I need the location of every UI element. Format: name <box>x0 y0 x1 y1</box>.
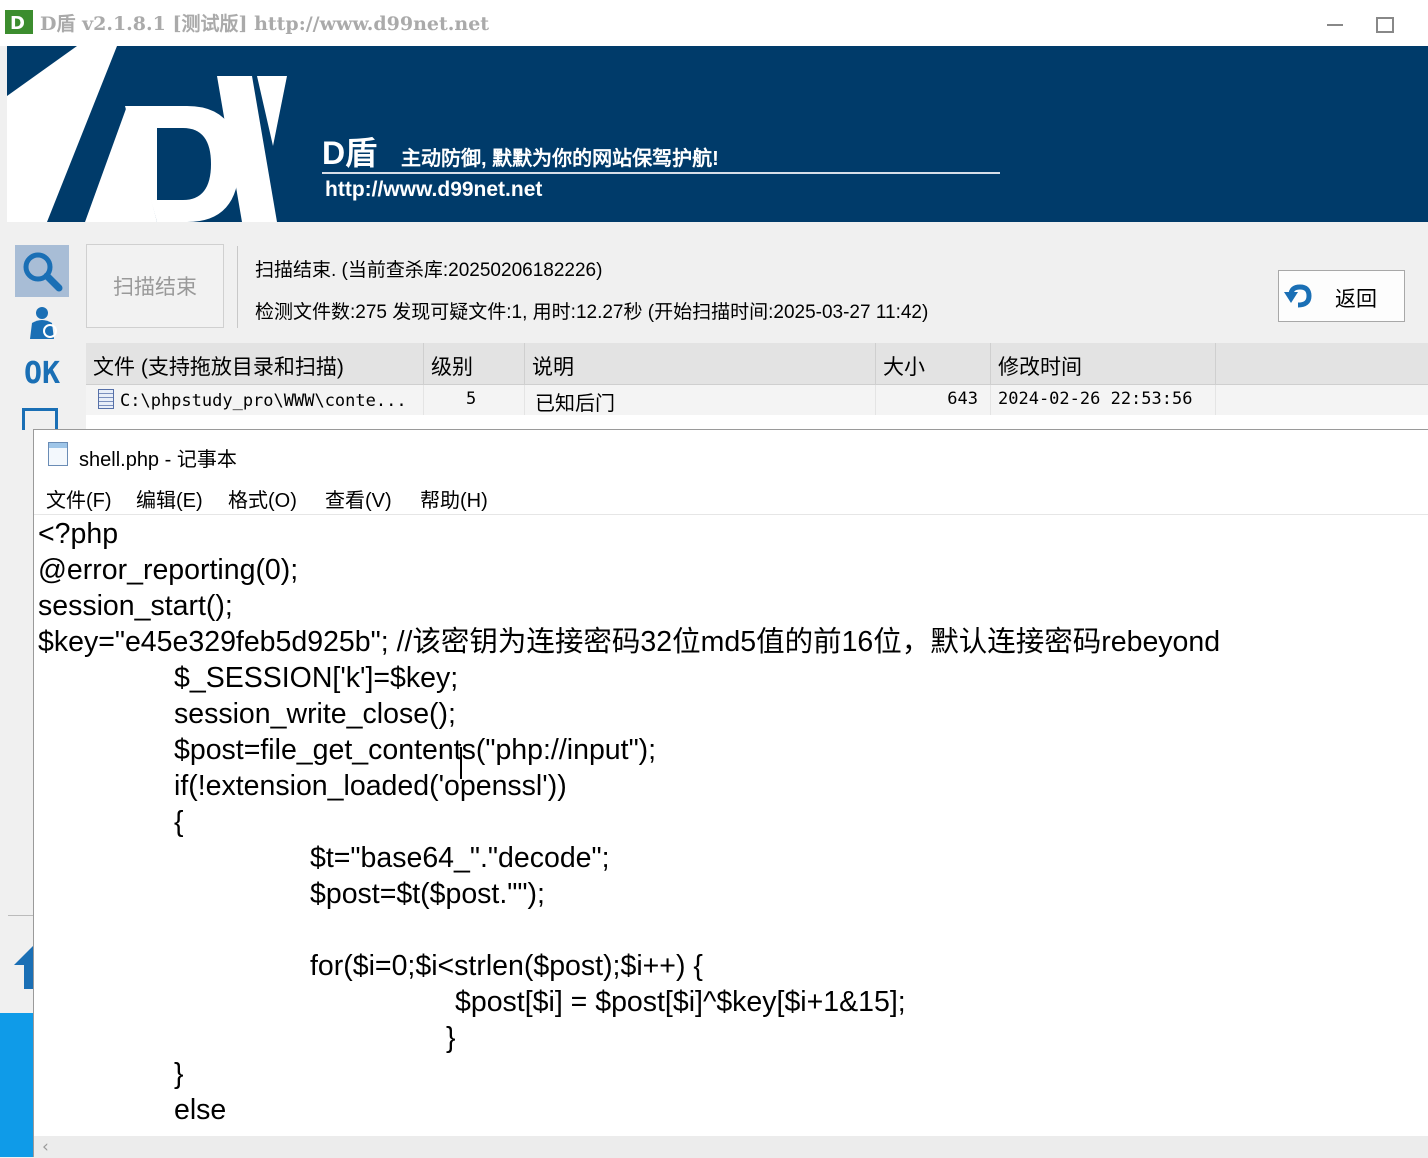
code-line: $key="e45e329feb5d925b"; //该密钥为连接密码32位md… <box>38 626 1221 658</box>
code-line: $t="base64_"."decode"; <box>310 842 610 874</box>
scan-status-button[interactable]: 扫描结束 <box>86 244 224 328</box>
column-header-mtime[interactable]: 修改时间 <box>991 343 1216 385</box>
scan-status-line: 扫描结束. (当前查杀库:20250206182226) <box>255 260 603 281</box>
code-line: if(!extension_loaded('openssl')) <box>174 770 567 802</box>
menu-help[interactable]: 帮助(H) <box>420 484 488 513</box>
user-icon[interactable] <box>22 305 62 341</box>
column-header-level[interactable]: 级别 <box>424 343 525 385</box>
column-header-size[interactable]: 大小 <box>876 343 991 385</box>
code-line: session_write_close(); <box>174 698 456 730</box>
code-line: for($i=0;$i<strlen($post);$i++) { <box>310 950 703 982</box>
side-ok-button[interactable]: OK <box>24 356 60 391</box>
menu-view[interactable]: 查看(V) <box>325 484 392 513</box>
code-line: $_SESSION['k']=$key; <box>174 662 459 694</box>
back-button[interactable]: 返回 <box>1278 270 1405 322</box>
window-title: D盾 v2.1.8.1 [测试版] http://www.d99net.net <box>40 13 490 35</box>
table-header: 文件 (支持拖放目录和扫描) 级别 说明 大小 修改时间 <box>86 343 1428 385</box>
menu-edit[interactable]: 编辑(E) <box>136 484 203 513</box>
title-bar: D D盾 v2.1.8.1 [测试版] http://www.d99net.ne… <box>0 0 1428 46</box>
notepad-icon <box>48 442 68 466</box>
status-divider <box>237 246 238 328</box>
cell-mtime: 2024-02-26 22:53:56 <box>991 385 1216 415</box>
code-line: @error_reporting(0); <box>38 554 299 586</box>
cell-file-path: C:\phpstudy_pro\WWW\conte... <box>120 391 407 411</box>
code-line: else <box>174 1094 227 1126</box>
menu-format[interactable]: 格式(O) <box>228 484 297 513</box>
code-line: } <box>174 1058 184 1090</box>
notepad-menu-bar: 文件(F) 编辑(E) 格式(O) 查看(V) 帮助(H) <box>34 480 1428 515</box>
column-header-desc[interactable]: 说明 <box>525 343 876 385</box>
code-line: $post=file_get_contents("php://input"); <box>174 734 657 766</box>
table-row[interactable]: C:\phpstudy_pro\WWW\conte... 5 已知后门 643 … <box>86 385 1428 415</box>
cell-size: 643 <box>876 385 991 415</box>
cell-desc: 已知后门 <box>525 385 876 415</box>
app-logo-icon: D <box>5 10 33 34</box>
code-line: session_start(); <box>38 590 233 622</box>
horizontal-scrollbar[interactable]: ‹ <box>34 1136 1428 1158</box>
side-tool-button[interactable] <box>22 408 58 430</box>
code-line: $post=$t($post.""); <box>310 878 545 910</box>
back-button-label: 返回 <box>1335 288 1377 311</box>
column-header-file[interactable]: 文件 (支持拖放目录和扫描) <box>86 343 424 385</box>
notepad-title-bar: shell.php - 记事本 <box>34 430 1428 479</box>
code-line: { <box>174 806 184 838</box>
text-editor[interactable]: <?php @error_reporting(0); session_start… <box>38 516 1423 1136</box>
side-panel-strip <box>0 1013 33 1157</box>
app-logo-letter: D <box>10 13 25 34</box>
header-banner: D盾 主动防御, 默默为你的网站保驾护航! http://www.d99net.… <box>7 46 1428 222</box>
file-icon <box>98 389 114 409</box>
scan-summary-line: 检测文件数:275 发现可疑文件:1, 用时:12.27秒 (开始扫描时间:20… <box>255 302 929 323</box>
menu-file[interactable]: 文件(F) <box>46 484 112 513</box>
code-line: } <box>446 1022 456 1054</box>
search-icon <box>23 252 63 292</box>
brand-name: D盾 <box>322 135 378 171</box>
d-shield-logo <box>7 46 287 222</box>
text-caret <box>460 747 462 779</box>
minimize-button[interactable] <box>1318 12 1352 38</box>
cell-level: 5 <box>424 385 525 415</box>
notepad-window: shell.php - 记事本 文件(F) 编辑(E) 格式(O) 查看(V) … <box>33 429 1428 1158</box>
code-line: <?php <box>38 518 119 550</box>
notepad-title: shell.php - 记事本 <box>79 449 237 471</box>
cell-file: C:\phpstudy_pro\WWW\conte... <box>86 385 424 415</box>
arrow-left-icon[interactable]: ‹ <box>42 1137 49 1157</box>
results-table: 文件 (支持拖放目录和扫描) 级别 说明 大小 修改时间 C:\phpstudy… <box>86 343 1428 429</box>
side-divider <box>8 915 33 916</box>
brand-slogan: 主动防御, 默默为你的网站保驾护航! <box>401 148 719 170</box>
brand-url: http://www.d99net.net <box>325 178 543 201</box>
maximize-button[interactable] <box>1368 12 1402 38</box>
banner-divider <box>322 172 1000 174</box>
arrow-up-icon[interactable] <box>14 945 34 989</box>
code-line: $post[$i] = $post[$i]^$key[$i+1&15]; <box>455 986 906 1018</box>
side-scan-button[interactable] <box>15 245 69 297</box>
undo-icon <box>1284 284 1312 308</box>
